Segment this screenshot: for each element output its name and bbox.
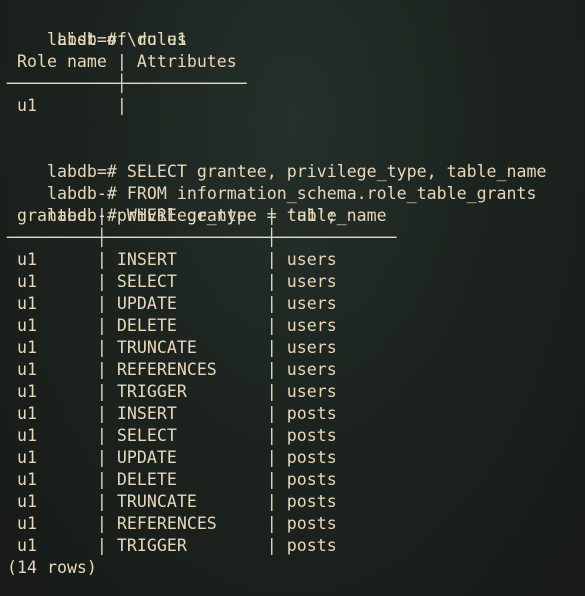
prompt-line: labdb=# \du u1 xyxy=(7,7,585,49)
table-row: u1 | REFERENCES | posts xyxy=(7,514,337,533)
roles-title: List of roles xyxy=(7,30,187,49)
prompt-line: labdb=# SELECT grantee, privilege_type, … xyxy=(7,139,585,181)
table-row: u1 | UPDATE | users xyxy=(7,294,337,313)
roles-separator: ───────────┼──────────── xyxy=(7,74,247,93)
prompt: labdb-# xyxy=(46,184,127,203)
table-row: u1 | SELECT | users xyxy=(7,272,337,291)
table-row: u1 | TRUNCATE | posts xyxy=(7,492,337,511)
command-text: SELECT grantee, privilege_type, table_na… xyxy=(126,162,547,181)
table-row: u1 | REFERENCES | users xyxy=(7,360,337,379)
table-row: u1 | SELECT | posts xyxy=(7,426,337,445)
prompt: labdb=# xyxy=(46,162,127,181)
table-row: u1 | UPDATE | posts xyxy=(7,448,337,467)
table-row: u1 | DELETE | users xyxy=(7,316,337,335)
terminal-window[interactable]: labdb=# \du u1 List of roles Role name |… xyxy=(0,0,585,596)
table-row: u1 | INSERT | users xyxy=(7,250,337,269)
roles-header: Role name | Attributes xyxy=(7,52,237,71)
grants-header: grantee | privilege_type | table_name xyxy=(7,206,387,225)
table-row: u1 | INSERT | posts xyxy=(7,404,337,423)
row-count: (14 rows) xyxy=(7,558,97,577)
table-row: u1 | TRUNCATE | users xyxy=(7,338,337,357)
roles-row: u1 | xyxy=(7,96,127,115)
table-row: u1 | DELETE | posts xyxy=(7,470,337,489)
table-row: u1 | TRIGGER | users xyxy=(7,382,337,401)
grants-separator: ─────────┼────────────────┼──────────── xyxy=(7,228,397,247)
command-text: FROM information_schema.role_table_grant… xyxy=(126,184,537,203)
table-row: u1 | TRIGGER | posts xyxy=(7,536,337,555)
